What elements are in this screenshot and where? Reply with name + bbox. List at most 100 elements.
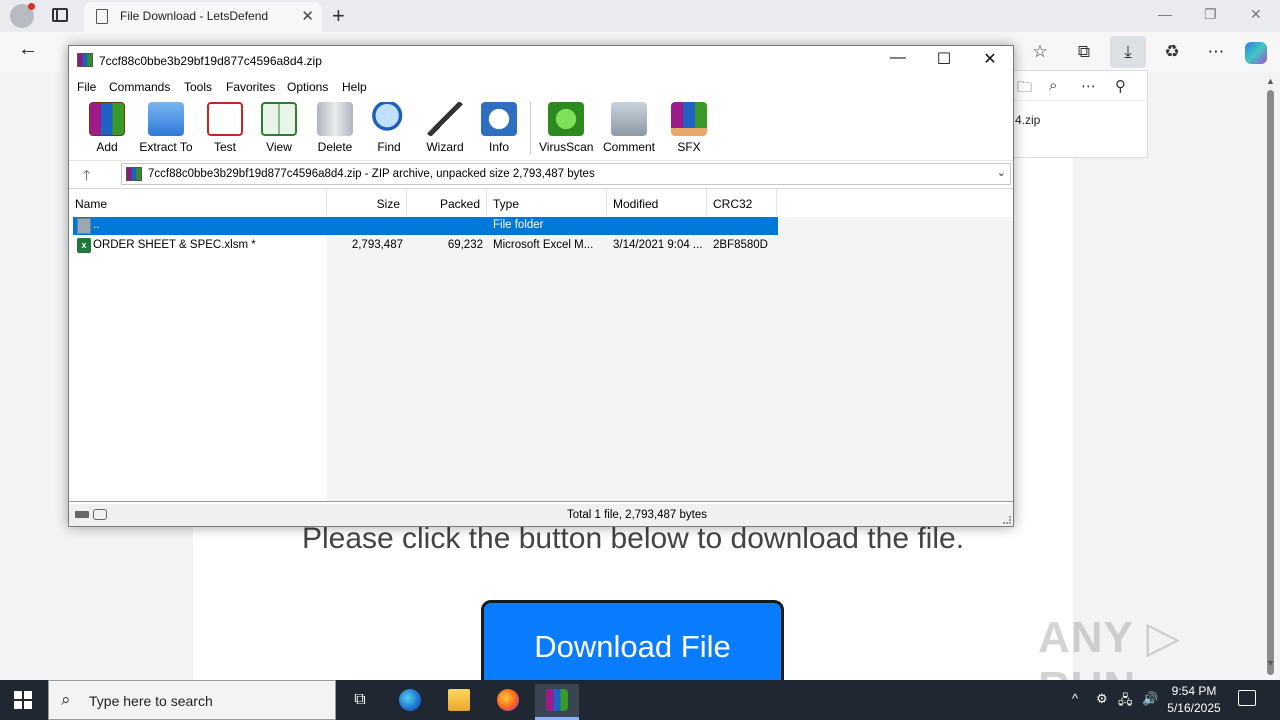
col-packed[interactable]: Packed — [407, 189, 487, 215]
taskbar-clock[interactable]: 9:54 PM 5/16/2025 — [1162, 683, 1226, 717]
col-type[interactable]: Type — [487, 189, 607, 215]
collections-icon[interactable]: ⧉ — [1072, 40, 1096, 64]
winrar-minimize-button[interactable]: — — [883, 49, 913, 67]
tool-extract-to[interactable]: Extract To — [139, 102, 193, 158]
tool-wizard[interactable]: Wizard — [423, 102, 467, 158]
more-icon[interactable]: ⋯ — [1204, 40, 1228, 64]
tool-label: Extract To — [139, 140, 193, 154]
explorer-taskbar-icon[interactable] — [437, 684, 481, 720]
taskbar: ⌕ Type here to search ⧉ ^ ⚙ 🖧 🔊 9:54 PM … — [0, 680, 1280, 720]
table-row[interactable]: .. File folder — [73, 217, 778, 235]
downloads-icon[interactable]: ⤓ — [1110, 36, 1146, 68]
drive-icon[interactable] — [75, 511, 89, 518]
download-item-name[interactable]: 4.zip — [1015, 113, 1040, 127]
edge-taskbar-icon[interactable] — [388, 684, 432, 720]
winrar-icon — [546, 688, 568, 711]
winrar-maximize-button[interactable]: ☐ — [929, 49, 959, 69]
table-row[interactable]: x ORDER SHEET & SPEC.xlsm * 2,793,487 69… — [73, 237, 778, 255]
col-modified[interactable]: Modified — [607, 189, 707, 215]
virus-bug-icon — [548, 102, 584, 136]
open-folder-icon[interactable]: 🗀 — [1017, 77, 1032, 102]
test-clipboard-icon — [207, 102, 243, 136]
tool-test[interactable]: Test — [207, 102, 243, 158]
tool-sfx[interactable]: SFX — [669, 102, 709, 158]
restore-button[interactable]: ❐ — [1204, 6, 1217, 23]
tool-info[interactable]: Info — [481, 102, 517, 158]
search-icon[interactable]: ⌕ — [1049, 77, 1057, 94]
winrar-titlebar[interactable]: 7ccf88c0bbe3b29bf19d877c4596a8d4.zip — ☐… — [69, 46, 1013, 76]
windows-start-icon[interactable] — [14, 691, 32, 709]
tool-label: Add — [96, 140, 118, 154]
tool-add[interactable]: Add — [89, 102, 125, 158]
winrar-toolbar: Add Extract To Test View Delete Find Wiz… — [69, 98, 1013, 158]
col-size[interactable]: Size — [327, 189, 407, 215]
menu-file[interactable]: File — [77, 80, 96, 94]
firefox-taskbar-icon[interactable] — [486, 684, 530, 720]
folder-up-icon — [77, 218, 91, 234]
network-icon[interactable]: 🖧 — [1118, 691, 1133, 713]
minimize-button[interactable]: — — [1158, 6, 1172, 22]
winrar-address-bar: 🡑 7ccf88c0bbe3b29bf19d877c4596a8d4.zip -… — [69, 160, 1013, 186]
tab-file-download[interactable]: File Download - LetsDefend ✕ — [84, 2, 322, 32]
tray-overflow-icon[interactable]: ^ — [1072, 691, 1078, 706]
downloads-panel: 🗀 ⌕ ⋯ ⚲ 4.zip — [1012, 70, 1148, 158]
task-view-icon[interactable]: ⧉ — [338, 684, 382, 720]
tool-label: Test — [213, 140, 236, 154]
clock-time: 9:54 PM — [1171, 684, 1217, 698]
copilot-icon[interactable] — [1245, 42, 1267, 64]
tool-virusscan[interactable]: VirusScan — [539, 102, 593, 158]
col-crc32[interactable]: CRC32 — [707, 189, 777, 215]
taskbar-search[interactable]: ⌕ Type here to search — [48, 680, 336, 720]
address-combobox[interactable]: 7ccf88c0bbe3b29bf19d877c4596a8d4.zip - Z… — [121, 163, 1011, 185]
tool-label: View — [266, 140, 292, 154]
tool-delete[interactable]: Delete — [315, 102, 355, 158]
browser-tabstrip: File Download - LetsDefend ✕ + — ❐ ✕ — [0, 0, 1280, 32]
resize-grip[interactable] — [1003, 516, 1011, 524]
tool-comment[interactable]: Comment — [601, 102, 657, 158]
more-options-icon[interactable]: ⋯ — [1081, 77, 1096, 95]
winrar-window: 7ccf88c0bbe3b29bf19d877c4596a8d4.zip — ☐… — [68, 45, 1014, 527]
pin-icon[interactable]: ⚲ — [1115, 77, 1126, 95]
tool-label: VirusScan — [539, 140, 594, 154]
notification-icon[interactable] — [1238, 690, 1256, 706]
scroll-up-icon[interactable]: ▲ — [1266, 76, 1275, 86]
scroll-thumb[interactable] — [1267, 90, 1274, 675]
winrar-taskbar-icon[interactable] — [535, 684, 579, 720]
tool-label: Comment — [602, 140, 655, 154]
browser-essentials-icon[interactable]: ♻ — [1160, 40, 1184, 64]
menu-favorites[interactable]: Favorites — [226, 80, 275, 94]
list-empty-area — [327, 217, 1013, 501]
menu-options[interactable]: Options — [287, 80, 328, 94]
sfx-box-icon — [671, 102, 707, 136]
tool-label: SFX — [677, 140, 701, 154]
archive-icon — [126, 167, 142, 181]
col-name[interactable]: Name — [69, 189, 327, 215]
page-scrollbar[interactable]: ▲ ▼ — [1262, 72, 1280, 680]
back-button[interactable]: ← — [18, 38, 38, 61]
address-text: 7ccf88c0bbe3b29bf19d877c4596a8d4.zip - Z… — [148, 168, 595, 180]
tool-find[interactable]: Find — [369, 102, 409, 158]
menu-commands[interactable]: Commands — [109, 80, 170, 94]
file-list: ^ Name Size Packed Type Modified CRC32 .… — [69, 187, 1013, 502]
chevron-down-icon[interactable]: ⌄ — [997, 166, 1006, 179]
new-tab-button[interactable]: + — [332, 3, 345, 29]
edge-icon — [399, 688, 421, 711]
tab-actions-icon[interactable] — [52, 8, 68, 22]
tray-app-icon[interactable]: ⚙ — [1096, 691, 1108, 707]
tool-view[interactable]: View — [257, 102, 301, 158]
menu-help[interactable]: Help — [342, 80, 367, 94]
download-file-button[interactable]: Download File — [481, 600, 784, 690]
favorites-icon[interactable]: ☆ — [1028, 40, 1052, 64]
row-size: 2,793,487 — [351, 239, 403, 251]
close-window-button[interactable]: ✕ — [1250, 6, 1262, 23]
winrar-close-button[interactable]: ✕ — [975, 49, 1005, 69]
menu-tools[interactable]: Tools — [184, 80, 212, 94]
row-type: File folder — [493, 219, 544, 231]
volume-icon[interactable]: 🔊 — [1142, 691, 1158, 707]
magic-wand-icon — [427, 102, 463, 136]
up-folder-icon[interactable]: 🡑 — [83, 165, 90, 189]
tab-close-icon[interactable]: ✕ — [301, 7, 314, 25]
profile-avatar[interactable] — [10, 3, 35, 28]
download-prompt: Please click the button below to downloa… — [301, 522, 965, 555]
key-icon[interactable] — [93, 509, 107, 520]
